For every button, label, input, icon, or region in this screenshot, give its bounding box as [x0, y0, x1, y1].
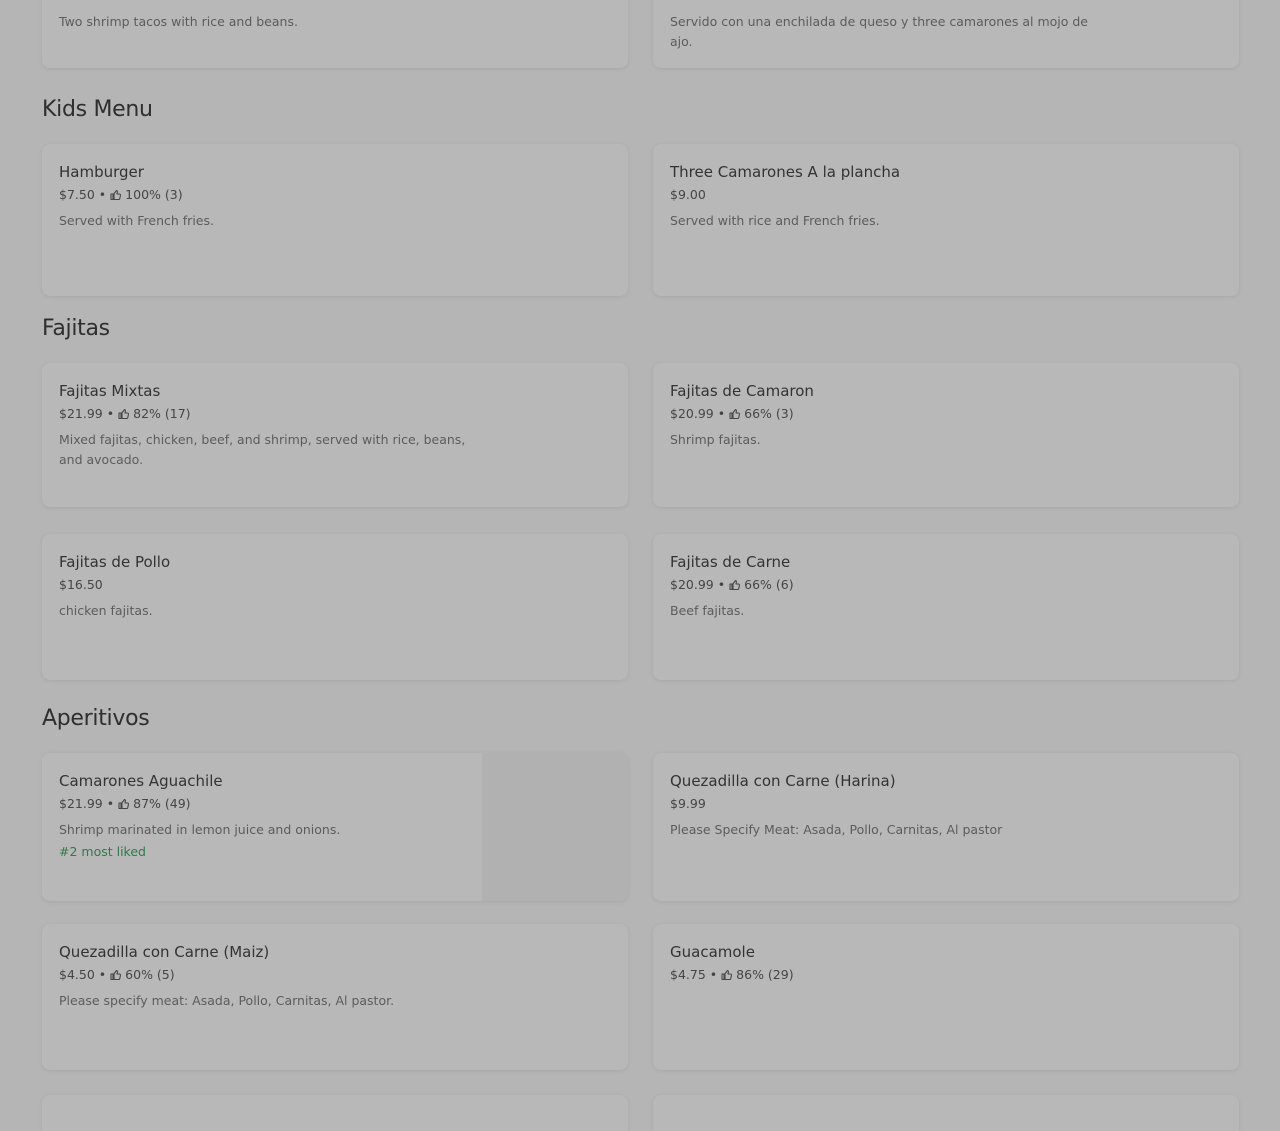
item-description: Shrimp marinated in lemon juice and onio…: [59, 822, 341, 837]
item-rating: 87% (49): [133, 796, 191, 811]
item-meta: $4.75 • 86% (29): [670, 967, 1222, 983]
item-description: chicken fajitas.: [59, 603, 153, 618]
menu-item-card[interactable]: Two shrimp tacos with rice and beans.: [42, 0, 628, 68]
thumbs-up-icon: [729, 408, 741, 420]
item-meta: $9.00: [670, 187, 1222, 203]
section-title-kids-menu: Kids Menu: [42, 97, 153, 122]
item-name: Quezadilla con Carne (Harina): [670, 772, 896, 790]
item-description: Served with rice and French fries.: [670, 213, 880, 228]
item-rating: 82% (17): [133, 406, 191, 421]
item-price: $9.99: [670, 796, 706, 811]
menu-item-card[interactable]: Three Camarones A la plancha $9.00 Serve…: [653, 144, 1239, 296]
thumbs-up-icon: [118, 408, 130, 420]
item-description: Beef fajitas.: [670, 603, 745, 618]
item-description: Served with French fries.: [59, 213, 214, 228]
menu-item-card[interactable]: Guacamole $4.75 • 86% (29): [653, 924, 1239, 1070]
item-price: $16.50: [59, 577, 103, 592]
item-rating: 60% (5): [125, 967, 175, 982]
menu-item-card[interactable]: Fajitas Mixtas $21.99 • 82% (17) Mixed f…: [42, 363, 628, 507]
separator: •: [717, 577, 726, 592]
item-price: $4.50: [59, 967, 95, 982]
item-description: Two shrimp tacos with rice and beans.: [59, 14, 298, 29]
item-price: $20.99: [670, 577, 714, 592]
menu-item-card[interactable]: [42, 1095, 628, 1131]
separator: •: [98, 187, 107, 202]
item-meta: $9.99: [670, 796, 1222, 812]
item-price: $21.99: [59, 796, 103, 811]
section-title-aperitivos: Aperitivos: [42, 706, 150, 731]
item-price: $7.50: [59, 187, 95, 202]
item-name: Quezadilla con Carne (Maiz): [59, 943, 270, 961]
thumbs-up-icon: [721, 969, 733, 981]
thumbs-up-icon: [110, 969, 122, 981]
separator: •: [709, 967, 718, 982]
item-name: Hamburger: [59, 163, 144, 181]
separator: •: [717, 406, 726, 421]
thumbs-up-icon: [118, 798, 130, 810]
item-photo: [482, 753, 628, 901]
menu-item-card[interactable]: Camarones Aguachile $21.99 • 87% (49) Sh…: [42, 753, 628, 901]
menu-item-card[interactable]: Fajitas de Carne $20.99 • 66% (6) Beef f…: [653, 534, 1239, 680]
item-meta: $21.99 • 82% (17): [59, 406, 611, 422]
menu-item-card[interactable]: Servido con una enchilada de queso y thr…: [653, 0, 1239, 68]
item-name: Fajitas Mixtas: [59, 382, 161, 400]
separator: •: [106, 796, 115, 811]
menu-item-card[interactable]: Quezadilla con Carne (Harina) $9.99 Plea…: [653, 753, 1239, 901]
item-name: Three Camarones A la plancha: [670, 163, 901, 181]
item-description: Please specify meat: Asada, Pollo, Carni…: [59, 993, 395, 1008]
item-description: Please Specify Meat: Asada, Pollo, Carni…: [670, 822, 1003, 837]
menu-item-card[interactable]: Hamburger $7.50 • 100% (3) Served with F…: [42, 144, 628, 296]
item-description: Shrimp fajitas.: [670, 432, 761, 447]
item-description: Mixed fajitas, chicken, beef, and shrimp…: [59, 432, 466, 467]
menu-item-card[interactable]: Fajitas de Camaron $20.99 • 66% (3) Shri…: [653, 363, 1239, 507]
item-price: $20.99: [670, 406, 714, 421]
item-price: $4.75: [670, 967, 706, 982]
menu-item-card[interactable]: [653, 1095, 1239, 1131]
item-meta: $16.50: [59, 577, 611, 593]
item-name: Fajitas de Pollo: [59, 553, 171, 571]
item-name: Fajitas de Carne: [670, 553, 791, 571]
item-meta: $20.99 • 66% (3): [670, 406, 1222, 422]
item-description: Servido con una enchilada de queso y thr…: [670, 14, 1088, 49]
item-price: $21.99: [59, 406, 103, 421]
item-meta: $7.50 • 100% (3): [59, 187, 611, 203]
menu-page: Two shrimp tacos with rice and beans. Se…: [0, 0, 1280, 1131]
menu-item-card[interactable]: Quezadilla con Carne (Maiz) $4.50 • 60% …: [42, 924, 628, 1070]
item-name: Fajitas de Camaron: [670, 382, 814, 400]
section-title-fajitas: Fajitas: [42, 316, 110, 341]
item-rating: 100% (3): [125, 187, 183, 202]
item-rating: 86% (29): [736, 967, 794, 982]
separator: •: [106, 406, 115, 421]
item-name: Guacamole: [670, 943, 755, 961]
item-rating: 66% (3): [744, 406, 794, 421]
item-meta: $4.50 • 60% (5): [59, 967, 611, 983]
thumbs-up-icon: [729, 579, 741, 591]
menu-item-card[interactable]: Fajitas de Pollo $16.50 chicken fajitas.: [42, 534, 628, 680]
item-rating: 66% (6): [744, 577, 794, 592]
separator: •: [98, 967, 107, 982]
item-price: $9.00: [670, 187, 706, 202]
thumbs-up-icon: [110, 189, 122, 201]
item-meta: $20.99 • 66% (6): [670, 577, 1222, 593]
